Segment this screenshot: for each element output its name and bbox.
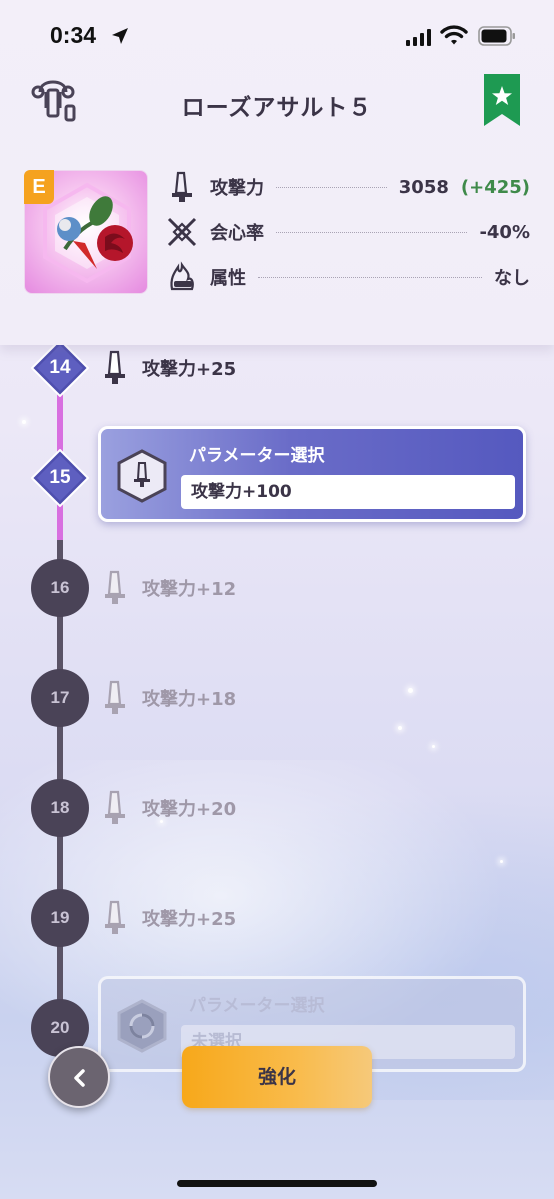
locked-hex-icon <box>117 999 167 1053</box>
level-number: 15 <box>49 467 71 488</box>
parameter-select-title: パラメーター選択 <box>189 446 325 466</box>
parameter-select-title: パラメーター選択 <box>189 996 325 1016</box>
home-indicator[interactable] <box>177 1180 377 1187</box>
back-button[interactable] <box>48 1046 110 1108</box>
battery-icon <box>478 26 515 46</box>
level-node-17: 17 <box>31 669 89 727</box>
stat-value: なし <box>494 268 530 289</box>
level-row-16: 攻撃力+12 <box>100 568 236 608</box>
cellular-signal-icon <box>406 28 431 46</box>
sparkle <box>408 688 413 693</box>
sword-icon <box>105 570 125 604</box>
sword-icon <box>105 900 125 934</box>
level-bonus-text: 攻撃力+12 <box>142 579 237 600</box>
sparkle <box>500 860 503 863</box>
sword-icon <box>172 171 192 202</box>
dotted-leader <box>258 276 482 278</box>
level-number: 14 <box>49 357 71 378</box>
level-node-19: 19 <box>31 889 89 947</box>
wifi-icon <box>440 25 468 45</box>
dotted-leader <box>276 186 387 188</box>
stat-bonus: (+425) <box>460 176 530 198</box>
stat-value: -40% <box>479 221 530 243</box>
enhance-button[interactable]: 強化 <box>182 1046 372 1108</box>
weapon-header: 0:34 ローズアサルト５ E 攻撃力 3058 (+425) 会心率 -40%… <box>0 0 554 345</box>
dotted-leader <box>276 231 468 233</box>
stat-label: 会心率 <box>210 223 264 244</box>
favorite-bookmark-icon[interactable] <box>484 74 520 126</box>
level-row-17: 攻撃力+18 <box>100 678 236 718</box>
flame-fist-icon <box>170 261 194 291</box>
level-row-18: 攻撃力+20 <box>100 788 236 828</box>
rank-badge: E <box>24 170 54 204</box>
stat-element: 属性 なし <box>166 260 530 294</box>
level-row-14: 攻撃力+25 <box>100 348 236 388</box>
sparkle <box>432 745 435 748</box>
level-bonus-text: 攻撃力+25 <box>142 359 237 380</box>
level-bonus-text: 攻撃力+18 <box>142 689 237 710</box>
stat-label: 攻撃力 <box>210 178 264 199</box>
sword-icon <box>105 350 125 384</box>
location-arrow-icon <box>112 28 128 44</box>
level-node-18: 18 <box>31 779 89 837</box>
parameter-select-field[interactable]: 攻撃力+100 <box>181 475 515 509</box>
stat-critical: 会心率 -40% <box>166 215 530 249</box>
level-row-19: 攻撃力+25 <box>100 898 236 938</box>
level-node-16: 16 <box>31 559 89 617</box>
sword-icon <box>105 790 125 824</box>
crossed-swords-icon <box>167 217 197 247</box>
page-title: ローズアサルト５ <box>181 95 373 121</box>
stat-label: 属性 <box>210 268 246 289</box>
sword-hex-icon <box>117 449 167 503</box>
status-bar: 0:34 <box>0 0 554 72</box>
level-bonus-text: 攻撃力+25 <box>142 909 237 930</box>
level-bonus-text: 攻撃力+20 <box>142 799 237 820</box>
parameter-select-card-15[interactable]: パラメーター選択 攻撃力+100 <box>98 426 526 522</box>
status-time: 0:34 <box>50 22 97 48</box>
stat-attack: 攻撃力 3058 (+425) <box>166 170 530 204</box>
sword-icon <box>105 680 125 714</box>
chevron-left-icon <box>74 1069 85 1087</box>
stat-value: 3058 <box>398 176 449 198</box>
sparkle <box>22 420 26 424</box>
sparkle <box>398 726 402 730</box>
